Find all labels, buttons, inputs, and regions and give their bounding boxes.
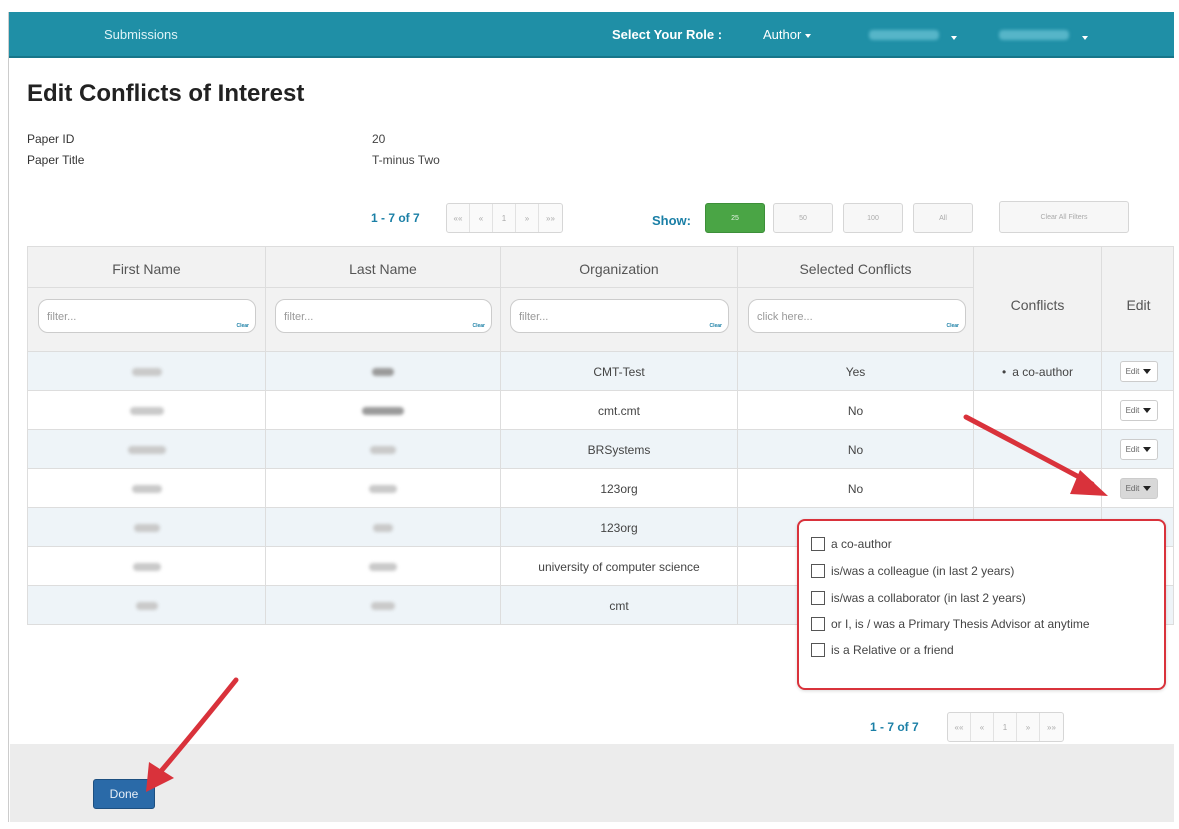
arrow-to-done-icon: [146, 677, 239, 792]
arrow-to-edit-icon: [963, 414, 1108, 496]
annotation-arrows: [146, 414, 1108, 792]
